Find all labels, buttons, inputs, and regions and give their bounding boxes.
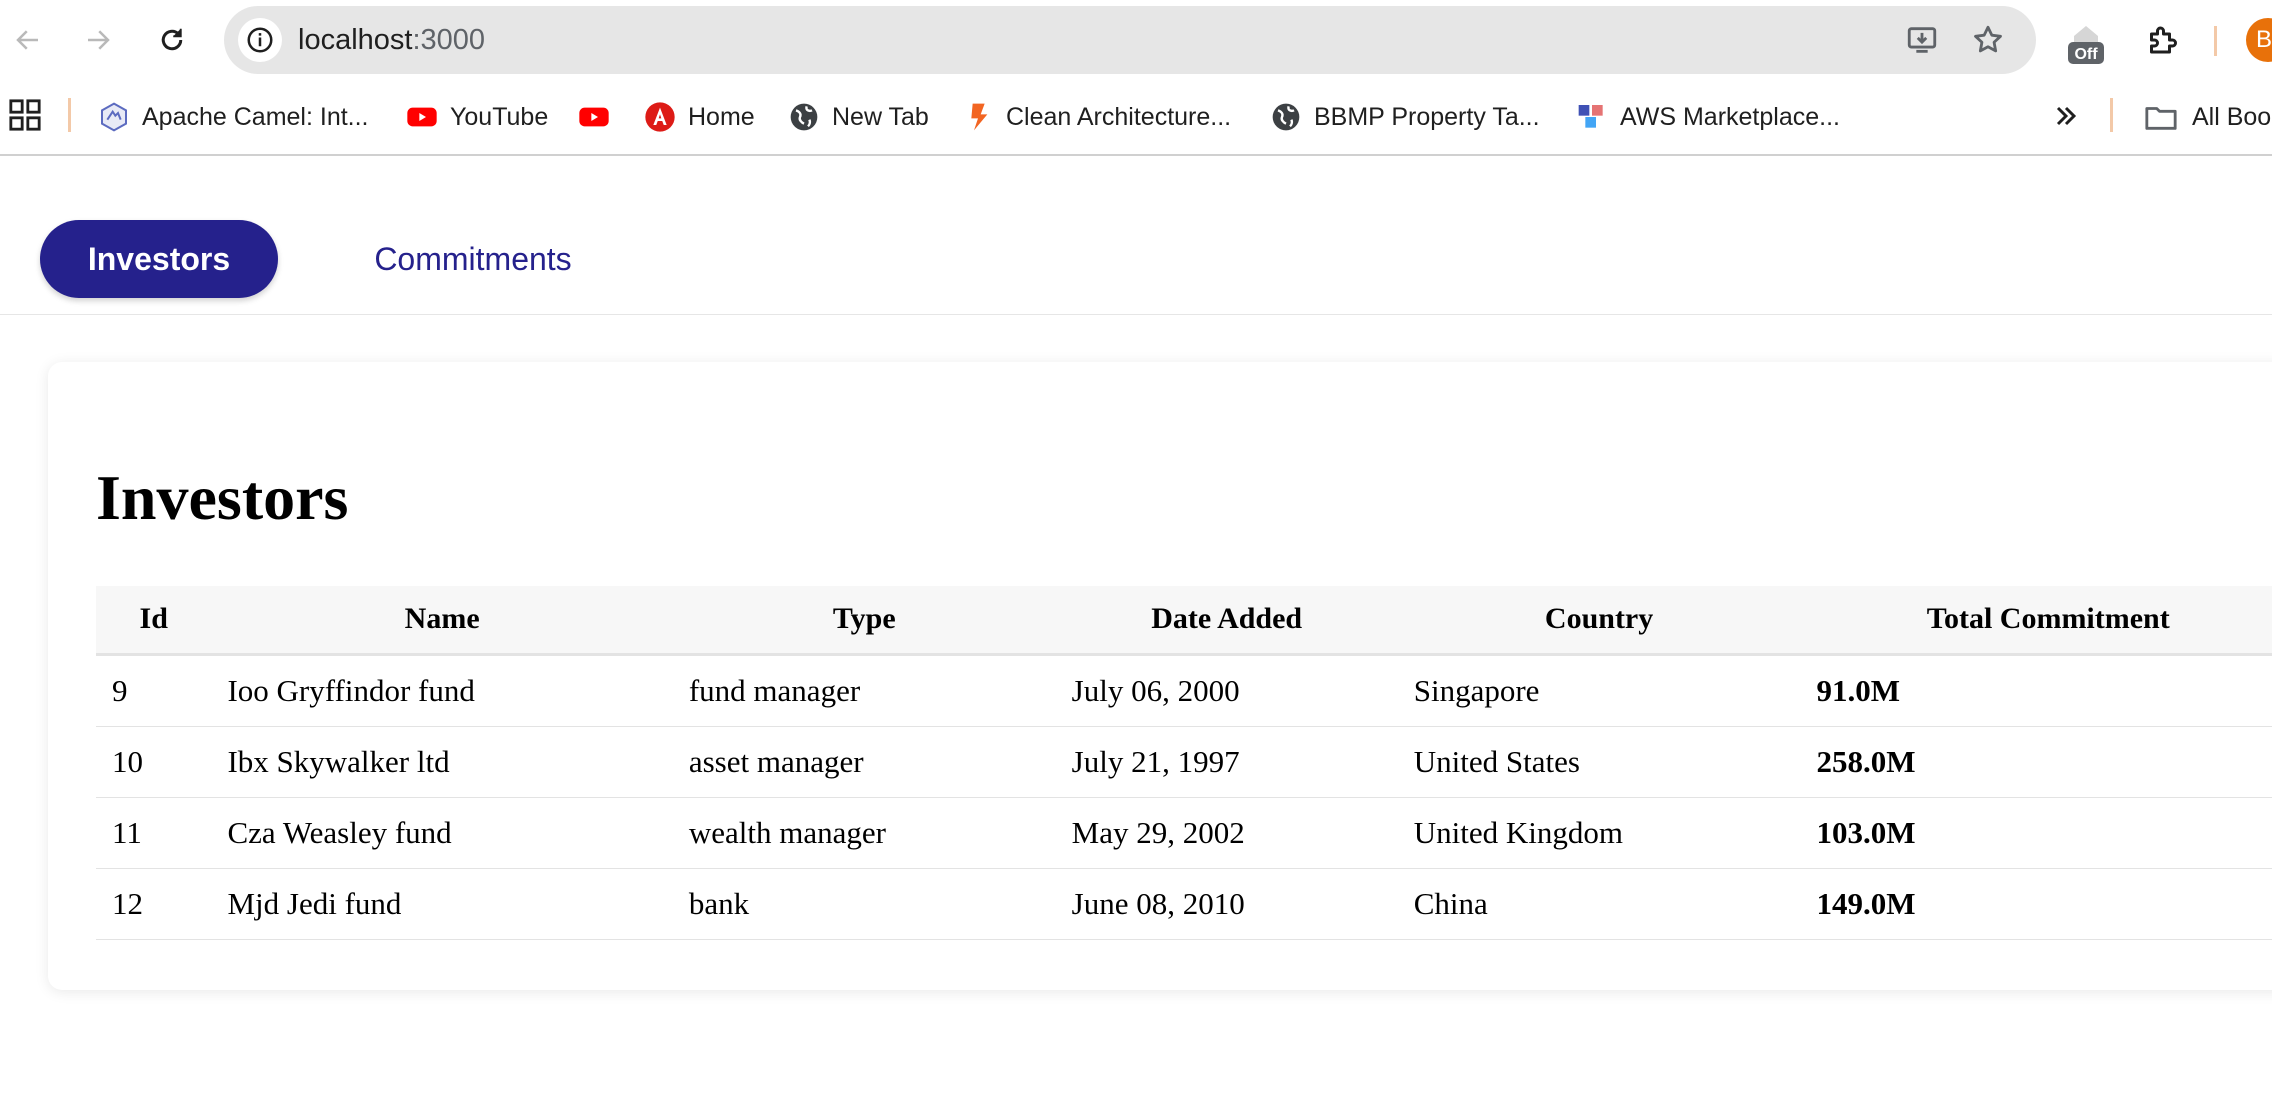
back-button[interactable]	[6, 18, 50, 62]
toolbar-divider	[2214, 26, 2217, 56]
cell-total-commitment: 258.0M	[1800, 726, 2272, 798]
cell-name: Mjd Jedi fund	[211, 868, 673, 940]
more-bookmarks-chevron-icon[interactable]	[2050, 100, 2082, 132]
table-row[interactable]: 10 Ibx Skywalker ltd asset manager July …	[96, 726, 2272, 798]
table-row[interactable]: 11 Cza Weasley fund wealth manager May 2…	[96, 797, 2272, 869]
all-bookmarks-button[interactable]: All Boo	[2144, 92, 2271, 142]
forward-arrow-icon	[88, 30, 110, 50]
cell-country: Singapore	[1397, 654, 1801, 727]
cell-date-added: May 29, 2002	[1055, 797, 1398, 869]
bookmark-label: AWS Marketplace...	[1620, 102, 1840, 131]
column-header-date-added[interactable]: Date Added	[1055, 586, 1398, 656]
extensions-puzzle-icon[interactable]	[2140, 18, 2184, 62]
bookmark-youtube[interactable]: YouTube	[406, 92, 548, 142]
aws-cubes-icon	[1576, 101, 1608, 133]
cell-total-commitment: 149.0M	[1800, 868, 2272, 940]
profile-avatar[interactable]: B	[2246, 18, 2272, 62]
table-header-row: Id Name Type Date Added Country Total Co…	[96, 586, 2272, 656]
url-host: localhost	[298, 24, 413, 56]
table-row[interactable]: 9 Ioo Gryffindor fund fund manager July …	[96, 654, 2272, 727]
install-app-icon[interactable]	[1904, 22, 1940, 58]
all-bookmarks-label: All Boo	[2192, 102, 2272, 131]
extension-off-icon[interactable]: Off	[2064, 22, 2108, 66]
column-header-name[interactable]: Name	[211, 586, 673, 656]
cell-id: 12	[96, 868, 212, 940]
column-header-id[interactable]: Id	[96, 586, 212, 656]
tab-investors[interactable]: Investors	[40, 220, 278, 298]
tab-commitments[interactable]: Commitments	[330, 220, 616, 298]
bookmark-home[interactable]: Home	[644, 92, 755, 142]
bookmark-label: Home	[688, 102, 755, 131]
globe-icon	[788, 101, 820, 133]
apps-grid-icon[interactable]	[8, 98, 42, 132]
bookmarks-divider	[2110, 98, 2113, 132]
extension-badge-text: Off	[2074, 46, 2098, 63]
app-nav: Investors Commitments	[0, 156, 2272, 315]
column-header-type[interactable]: Type	[672, 586, 1056, 656]
youtube-icon	[406, 101, 438, 133]
bookmarks-divider	[68, 98, 71, 132]
bookmark-aws-marketplace[interactable]: AWS Marketplace...	[1576, 92, 1840, 142]
reload-icon	[161, 28, 183, 51]
cell-date-added: July 21, 1997	[1055, 726, 1398, 798]
bookmarks-bar: Apache Camel: Int... YouTube Home New Ta…	[0, 80, 2272, 156]
bookmark-label: Clean Architecture...	[1006, 102, 1232, 131]
bookmark-orange-icon	[962, 101, 994, 133]
column-header-country[interactable]: Country	[1397, 586, 1801, 656]
table-row[interactable]: 12 Mjd Jedi fund bank June 08, 2010 Chin…	[96, 868, 2272, 940]
bookmark-clean-architecture[interactable]: Clean Architecture...	[962, 92, 1231, 142]
cell-date-added: June 08, 2010	[1055, 868, 1398, 940]
bookmark-youtube-2[interactable]	[578, 92, 610, 142]
bookmark-new-tab[interactable]: New Tab	[788, 92, 929, 142]
cell-name: Ioo Gryffindor fund	[211, 654, 673, 727]
address-bar[interactable]: localhost:3000	[224, 6, 2036, 74]
bookmark-label: Apache Camel: Int...	[142, 102, 369, 131]
globe-icon	[1270, 101, 1302, 133]
url-port: :3000	[412, 24, 486, 56]
forward-button[interactable]	[76, 18, 120, 62]
reload-button[interactable]	[150, 18, 194, 62]
bookmark-star-icon[interactable]	[1970, 22, 2006, 58]
investors-table: Id Name Type Date Added Country Total Co…	[96, 586, 2272, 940]
apache-camel-icon	[98, 101, 130, 133]
cell-country: United States	[1397, 726, 1801, 798]
bookmark-apache-camel[interactable]: Apache Camel: Int...	[98, 92, 369, 142]
back-arrow-icon	[16, 30, 38, 50]
youtube-icon	[578, 101, 610, 133]
url-text[interactable]: localhost:3000	[298, 6, 485, 74]
cell-name: Ibx Skywalker ltd	[211, 726, 673, 798]
cell-country: United Kingdom	[1397, 797, 1801, 869]
cell-type: wealth manager	[672, 797, 1056, 869]
column-header-total-commitment[interactable]: Total Commitment	[1800, 586, 2272, 656]
bookmark-label: New Tab	[832, 102, 929, 131]
bookmark-label: BBMP Property Ta...	[1314, 102, 1540, 131]
cell-total-commitment: 91.0M	[1800, 654, 2272, 727]
cell-total-commitment: 103.0M	[1800, 797, 2272, 869]
browser-toolbar: localhost:3000 Off B	[0, 0, 2272, 80]
site-info-icon[interactable]	[238, 18, 282, 62]
cell-type: asset manager	[672, 726, 1056, 798]
folder-icon	[2145, 107, 2177, 130]
cell-country: China	[1397, 868, 1801, 940]
bookmark-bbmp[interactable]: BBMP Property Ta...	[1270, 92, 1540, 142]
cell-name: Cza Weasley fund	[211, 797, 673, 869]
cell-type: bank	[672, 868, 1056, 940]
cell-id: 9	[96, 654, 212, 727]
cell-date-added: July 06, 2000	[1055, 654, 1398, 727]
cell-type: fund manager	[672, 654, 1056, 727]
bookmark-label: YouTube	[450, 102, 549, 131]
cell-id: 11	[96, 797, 212, 869]
page-title: Investors	[96, 462, 349, 533]
angular-icon	[644, 101, 676, 133]
cell-id: 10	[96, 726, 212, 798]
